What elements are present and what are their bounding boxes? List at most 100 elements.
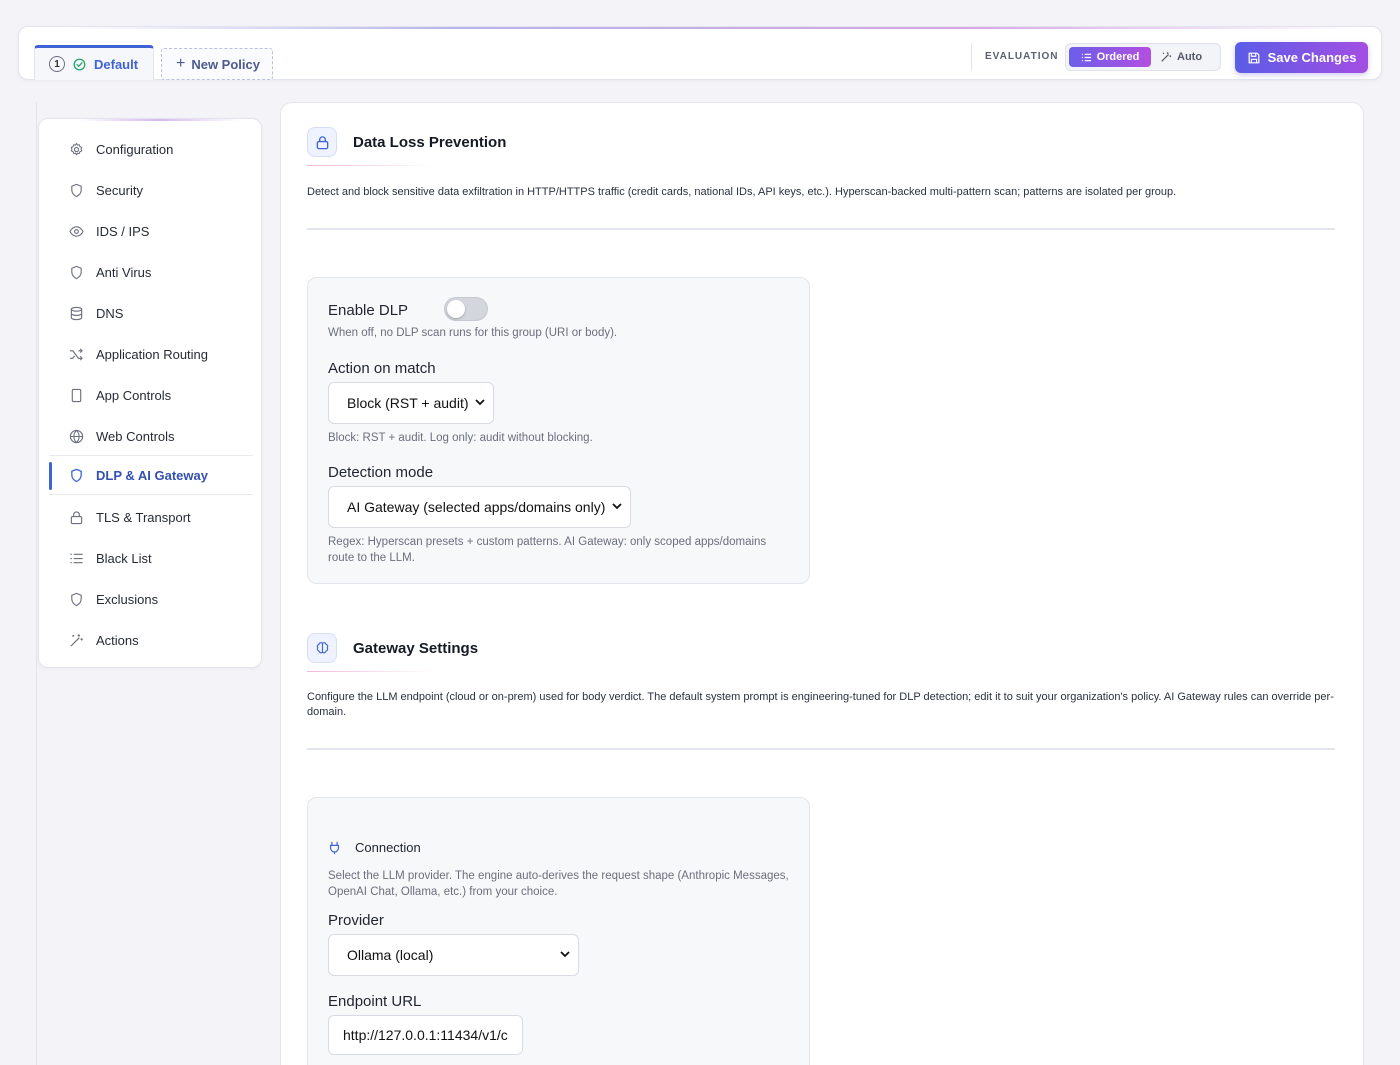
connection-header: Connection	[328, 840, 421, 855]
database-icon	[70, 306, 83, 320]
sidebar-item-web-controls[interactable]: Web Controls	[49, 416, 253, 456]
tab-default-label: Default	[94, 56, 139, 72]
sidebar-item-black-list[interactable]: Black List	[49, 538, 253, 578]
policy-tabs-bar: 1 Default + New Policy EVALUATION Ordere…	[18, 26, 1382, 80]
toggle-knob	[447, 300, 465, 318]
section-underline	[307, 671, 437, 672]
sidebar-item-ids-ips[interactable]: IDS / IPS	[49, 211, 253, 251]
provider-value: Ollama (local)	[347, 947, 434, 963]
chevron-down-icon	[475, 397, 485, 409]
sidebar-item-dns[interactable]: DNS	[49, 293, 253, 333]
shield-icon	[71, 183, 82, 197]
plus-icon: +	[176, 55, 186, 72]
evaluation-label: EVALUATION	[985, 51, 1059, 62]
eye-icon	[69, 225, 84, 237]
shield-icon	[71, 265, 82, 279]
section-underline	[307, 165, 437, 166]
brain-icon	[307, 633, 337, 663]
connection-title: Connection	[355, 840, 421, 855]
sidebar-item-configuration[interactable]: Configuration	[49, 129, 253, 169]
shield-icon	[71, 592, 82, 606]
connection-help: Select the LLM provider. The engine auto…	[328, 870, 789, 898]
action-on-match-value: Block (RST + audit)	[347, 395, 469, 411]
sidebar-item-label: Configuration	[96, 141, 174, 157]
new-policy-button[interactable]: + New Policy	[161, 48, 273, 80]
sidebar-item-anti-virus[interactable]: Anti Virus	[49, 252, 253, 292]
sidebar-item-actions[interactable]: Actions	[49, 620, 253, 660]
action-on-match-label: Action on match	[328, 360, 436, 377]
tab-order-badge: 1	[49, 56, 65, 72]
sidebar-item-app-controls[interactable]: App Controls	[49, 375, 253, 415]
gateway-section-description: Configure the LLM endpoint (cloud or on-…	[307, 691, 1334, 718]
list-icon	[70, 553, 83, 563]
new-policy-label: New Policy	[191, 56, 260, 72]
sidebar-item-label: IDS / IPS	[96, 223, 150, 239]
evaluation-auto-option[interactable]: Auto	[1160, 47, 1202, 67]
section-divider	[307, 228, 1335, 230]
main-panel: Data Loss Prevention Detect and block se…	[280, 102, 1364, 1065]
provider-select[interactable]: Ollama (local)	[328, 934, 579, 976]
sidebar-item-label: DLP & AI Gateway	[96, 467, 208, 483]
sidebar-accent-line	[79, 119, 239, 121]
detection-mode-value: AI Gateway (selected apps/domains only)	[347, 499, 606, 515]
action-on-match-select[interactable]: Block (RST + audit)	[328, 382, 494, 424]
evaluation-ordered-option[interactable]: Ordered	[1069, 47, 1151, 67]
list-icon	[1081, 53, 1091, 61]
sidebar-item-label: DNS	[96, 305, 124, 321]
detection-mode-help: Regex: Hyperscan presets + custom patter…	[328, 536, 767, 564]
topbar-accent-line	[59, 27, 1359, 29]
enable-dlp-label: Enable DLP	[328, 302, 409, 319]
plug-icon	[329, 841, 340, 854]
sidebar-item-label: Web Controls	[96, 428, 175, 444]
sidebar-item-label: Security	[96, 182, 143, 198]
wand-icon	[1161, 52, 1172, 62]
auto-label: Auto	[1177, 51, 1203, 63]
phone-icon	[71, 388, 82, 402]
sidebar-item-application-routing[interactable]: Application Routing	[49, 334, 253, 374]
sidebar-item-label: Black List	[96, 550, 152, 566]
sidebar-item-label: Actions	[96, 632, 139, 648]
connection-card: Connection Select the LLM provider. The …	[307, 797, 810, 1065]
globe-icon	[69, 429, 84, 443]
provider-label: Provider	[328, 912, 384, 929]
sidebar-item-dlp-ai-gateway[interactable]: DLP & AI Gateway	[49, 455, 253, 495]
gateway-section-title: Gateway Settings	[353, 639, 479, 657]
sidebar-item-exclusions[interactable]: Exclusions	[49, 579, 253, 619]
toolbar-divider	[971, 43, 972, 71]
dlp-settings-card: Enable DLP When off, no DLP scan runs fo…	[307, 277, 810, 584]
lock-icon	[307, 127, 337, 157]
wand-icon	[70, 633, 83, 647]
sidebar-item-tls-transport[interactable]: TLS & Transport	[49, 497, 253, 537]
endpoint-url-label: Endpoint URL	[328, 993, 422, 1010]
shield-icon	[71, 468, 82, 482]
sidebar-item-security[interactable]: Security	[49, 170, 253, 210]
save-label: Save Changes	[1267, 50, 1357, 65]
detection-mode-select[interactable]: AI Gateway (selected apps/domains only)	[328, 486, 631, 528]
sidebar-nav: Configuration Security IDS / IPS Anti Vi…	[38, 118, 262, 668]
enable-dlp-toggle[interactable]	[444, 297, 488, 321]
section-divider	[307, 748, 1335, 750]
detection-mode-label: Detection mode	[328, 464, 434, 481]
enable-dlp-help: When off, no DLP scan runs for this grou…	[328, 327, 618, 339]
sidebar-item-label: App Controls	[96, 387, 172, 403]
tab-default-policy[interactable]: 1 Default	[34, 45, 154, 80]
action-on-match-help: Block: RST + audit. Log only: audit with…	[328, 432, 593, 444]
dlp-section-header: Data Loss Prevention	[307, 127, 506, 157]
gateway-section-header: Gateway Settings	[307, 633, 478, 663]
save-icon	[1248, 52, 1259, 63]
evaluation-mode-toggle: Ordered Auto	[1065, 43, 1221, 71]
gear-icon	[70, 142, 83, 155]
shuffle-icon	[69, 347, 83, 361]
save-changes-button[interactable]: Save Changes	[1235, 42, 1368, 73]
ordered-label: Ordered	[1096, 51, 1140, 63]
check-circle-icon	[73, 58, 86, 71]
dlp-section-title: Data Loss Prevention	[353, 133, 507, 151]
chevron-down-icon	[612, 501, 622, 513]
lock-icon	[70, 510, 83, 524]
sidebar-item-label: TLS & Transport	[96, 509, 191, 525]
sidebar-item-label: Application Routing	[96, 346, 209, 362]
endpoint-url-input[interactable]: http://127.0.0.1:11434/v1/c	[328, 1015, 523, 1055]
sidebar-item-label: Anti Virus	[96, 264, 152, 280]
dlp-section-description: Detect and block sensitive data exfiltra…	[307, 186, 1177, 198]
chevron-down-icon	[560, 949, 570, 961]
